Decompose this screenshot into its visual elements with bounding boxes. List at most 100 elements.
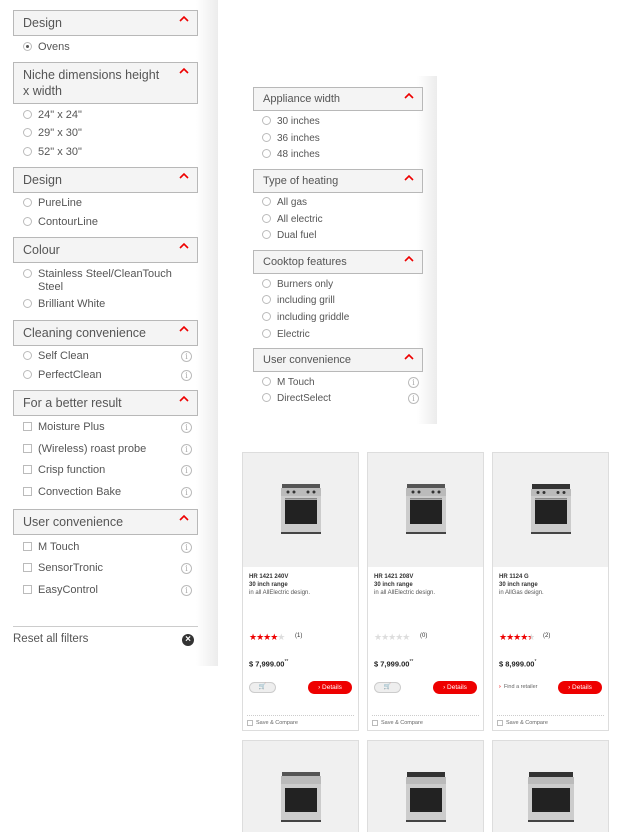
filter-option-dual-fuel[interactable]: Dual fuel <box>262 229 316 242</box>
product-card[interactable]: HR 1124 G 30 inch range in AllGas design… <box>492 452 609 731</box>
filter-header-better-result[interactable]: For a better result <box>13 390 198 416</box>
rating-count[interactable]: (2) <box>543 633 550 639</box>
product-model[interactable]: HR 1421 240V <box>249 573 352 581</box>
star-rating: ★★★★★ <box>499 632 535 642</box>
filter-option-grill[interactable]: including grill <box>262 294 335 307</box>
details-button[interactable]: › Details <box>308 681 352 694</box>
filter-option-all-gas[interactable]: All gas <box>262 196 307 209</box>
rating-count[interactable]: (1) <box>295 633 302 639</box>
filter-sidebar: Design Ovens Niche dimensions height x w… <box>0 0 218 666</box>
filter-option-sensortronic[interactable]: SensorTronic <box>23 562 103 575</box>
filter-header-colour[interactable]: Colour <box>13 237 198 263</box>
chevron-right-icon: › <box>568 684 571 691</box>
info-icon[interactable]: i <box>408 377 419 388</box>
product-image[interactable] <box>493 453 608 567</box>
chevron-up-icon <box>179 66 189 76</box>
reset-filters-link[interactable]: Reset all filters × <box>13 626 198 646</box>
product-model[interactable]: HR 1124 G <box>499 573 602 581</box>
product-image[interactable] <box>493 741 608 832</box>
details-button[interactable]: › Details <box>558 681 602 694</box>
info-icon[interactable]: i <box>181 542 192 553</box>
cart-icon: 🛒 <box>258 684 267 690</box>
product-image[interactable] <box>368 741 483 832</box>
filter-header-design[interactable]: Design <box>13 10 198 36</box>
filter-option-pureline[interactable]: PureLine <box>23 197 82 210</box>
info-icon[interactable]: i <box>181 351 192 362</box>
filter-option-white[interactable]: Brilliant White <box>23 298 105 311</box>
product-card[interactable] <box>492 740 609 832</box>
filter-header-heating[interactable]: Type of heating <box>253 169 423 193</box>
info-icon[interactable]: i <box>181 585 192 596</box>
filter-option-niche-1[interactable]: 24" x 24" <box>23 109 82 122</box>
cart-button[interactable]: 🛒 <box>249 682 276 693</box>
info-icon[interactable]: i <box>181 563 192 574</box>
range-oven-icon <box>531 484 571 534</box>
info-icon[interactable]: i <box>181 465 192 476</box>
range-oven-icon <box>528 772 574 822</box>
save-compare-checkbox[interactable]: Save & Compare <box>247 715 354 726</box>
filter-option-convection[interactable]: Convection Bake <box>23 486 121 499</box>
product-card[interactable]: HR 1421 240V 30 inch range in all AllEle… <box>242 452 359 731</box>
close-circle-icon[interactable]: × <box>182 634 194 646</box>
chevron-up-icon <box>179 324 189 334</box>
star-rating: ★★★★★ <box>249 632 285 642</box>
chevron-up-icon <box>404 91 414 101</box>
product-card[interactable]: HR 1421 208V 30 inch range in all AllEle… <box>367 452 484 731</box>
filter-option-stainless[interactable]: Stainless Steel/CleanTouch Steel <box>23 268 173 294</box>
info-icon[interactable]: i <box>181 444 192 455</box>
filter-header-niche[interactable]: Niche dimensions height x width <box>13 62 198 104</box>
filter-header-cooktop[interactable]: Cooktop features <box>253 250 423 274</box>
product-card[interactable] <box>367 740 484 832</box>
filter-option-niche-3[interactable]: 52" x 30" <box>23 146 82 159</box>
product-price: $ 7,999.00** <box>249 659 289 669</box>
product-description: in all AllElectric design. <box>249 590 311 596</box>
filter-option-contourline[interactable]: ContourLine <box>23 216 98 229</box>
info-icon[interactable]: i <box>181 487 192 498</box>
filter-option-width-36[interactable]: 36 inches <box>262 132 320 145</box>
filter-option-ovens[interactable]: Ovens <box>23 41 70 54</box>
product-model[interactable]: HR 1421 208V <box>374 573 477 581</box>
filter-option-directselect[interactable]: DirectSelect <box>262 392 331 405</box>
filter-option-roast-probe[interactable]: (Wireless) roast probe <box>23 443 146 456</box>
chevron-up-icon <box>179 241 189 251</box>
filter-header-design-line[interactable]: Design <box>13 167 198 193</box>
filter-option-griddle[interactable]: including griddle <box>262 311 349 324</box>
chevron-up-icon <box>179 171 189 181</box>
info-icon[interactable]: i <box>408 393 419 404</box>
filter-option-easycontrol[interactable]: EasyControl <box>23 584 98 597</box>
rating-count[interactable]: (0) <box>420 633 427 639</box>
product-image[interactable] <box>368 453 483 567</box>
filter-header-user-convenience[interactable]: User convenience <box>13 509 198 535</box>
filter-option-burners-only[interactable]: Burners only <box>262 278 333 291</box>
info-icon[interactable]: i <box>181 370 192 381</box>
cart-button[interactable]: 🛒 <box>374 682 401 693</box>
filter-header-cleaning[interactable]: Cleaning convenience <box>13 320 198 346</box>
find-retailer-link[interactable]: › Find a retailer <box>499 684 537 690</box>
filter-option-m-touch[interactable]: M Touch <box>23 541 79 554</box>
filter-option-niche-2[interactable]: 29" x 30" <box>23 127 82 140</box>
chevron-up-icon <box>404 352 414 362</box>
filter-option-moisture-plus[interactable]: Moisture Plus <box>23 421 105 434</box>
filter-option-width-30[interactable]: 30 inches <box>262 115 320 128</box>
filter-option-perfectclean[interactable]: PerfectClean <box>23 369 102 382</box>
filter-option-electric[interactable]: Electric <box>262 328 310 341</box>
details-button[interactable]: › Details <box>433 681 477 694</box>
filter-option-self-clean[interactable]: Self Clean <box>23 350 89 363</box>
product-card[interactable] <box>242 740 359 832</box>
filter-header-user-convenience-2[interactable]: User convenience <box>253 348 423 372</box>
chevron-right-icon: › <box>499 684 501 690</box>
product-size: 30 inch range <box>374 582 413 588</box>
filter-header-appliance-width[interactable]: Appliance width <box>253 87 423 111</box>
chevron-up-icon <box>179 394 189 404</box>
chevron-up-icon <box>179 513 189 523</box>
save-compare-checkbox[interactable]: Save & Compare <box>497 715 604 726</box>
filter-option-crisp[interactable]: Crisp function <box>23 464 105 477</box>
range-oven-icon <box>406 484 446 534</box>
filter-option-m-touch-2[interactable]: M Touch <box>262 376 315 389</box>
filter-option-width-48[interactable]: 48 inches <box>262 148 320 161</box>
filter-option-all-electric[interactable]: All electric <box>262 213 323 226</box>
product-image[interactable] <box>243 453 358 567</box>
product-image[interactable] <box>243 741 358 832</box>
save-compare-checkbox[interactable]: Save & Compare <box>372 715 479 726</box>
info-icon[interactable]: i <box>181 422 192 433</box>
